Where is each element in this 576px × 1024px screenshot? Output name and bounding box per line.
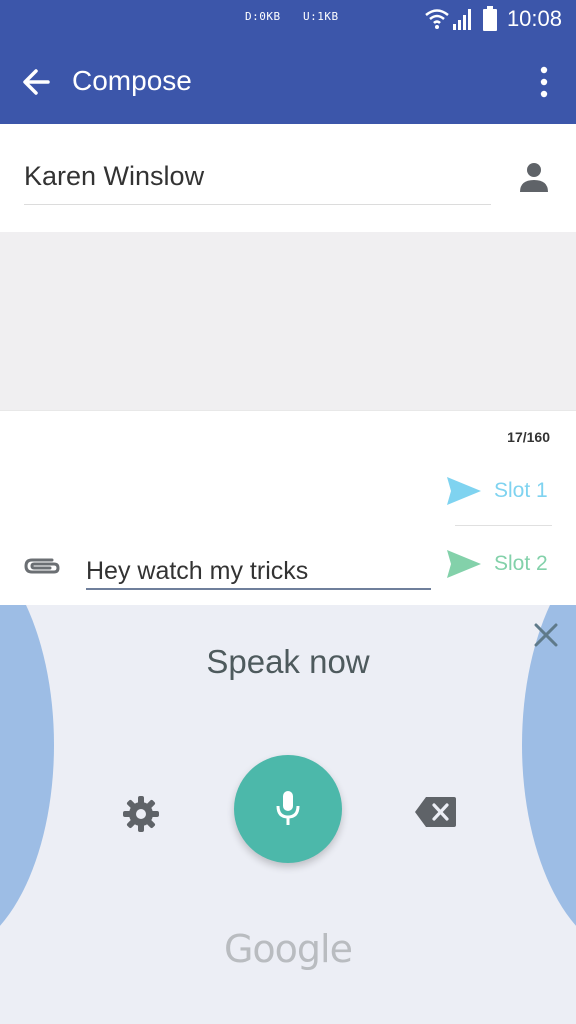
person-icon[interactable] [518, 160, 550, 194]
google-logo: Google [223, 927, 353, 971]
back-arrow-icon[interactable] [18, 62, 58, 102]
overflow-menu-icon[interactable] [534, 64, 554, 100]
status-bar: D:0KB U:1KB 10:08 [0, 0, 576, 40]
microphone-icon [276, 791, 300, 825]
send-slot-1-button[interactable]: Slot 1 [446, 471, 556, 511]
recipient-field[interactable]: Karen Winslow [0, 124, 576, 232]
upload-indicator: U:1KB [303, 10, 339, 23]
paperclip-icon[interactable] [22, 551, 62, 581]
backspace-icon[interactable] [414, 795, 458, 829]
message-input[interactable]: Hey watch my tricks [86, 557, 308, 586]
download-indicator: D:0KB [245, 10, 281, 23]
signal-icon [453, 9, 471, 30]
slot-1-label: Slot 1 [494, 479, 548, 502]
speak-now-prompt: Speak now [206, 643, 370, 680]
page-title: Compose [72, 65, 192, 96]
send-slot-2-button[interactable]: Slot 2 [446, 544, 556, 584]
gear-icon[interactable] [122, 795, 160, 833]
microphone-button[interactable] [234, 755, 342, 863]
voice-input-panel: Speak now Google [0, 605, 576, 1024]
app-bar: Compose [0, 40, 576, 124]
character-counter: 17/160 [507, 429, 550, 445]
recipient-name[interactable]: Karen Winslow [24, 161, 204, 192]
clock: 10:08 [506, 6, 562, 31]
wifi-icon [425, 9, 449, 29]
recipient-underline [24, 204, 491, 205]
send-icon [447, 477, 481, 505]
slot-divider [455, 525, 552, 526]
message-thread [0, 232, 576, 410]
send-icon [447, 550, 481, 578]
battery-icon [483, 6, 497, 31]
composer: 17/160 Slot 1 Slot 2 Hey watch my tricks [0, 410, 576, 606]
message-underline [86, 588, 431, 590]
slot-2-label: Slot 2 [494, 552, 548, 575]
